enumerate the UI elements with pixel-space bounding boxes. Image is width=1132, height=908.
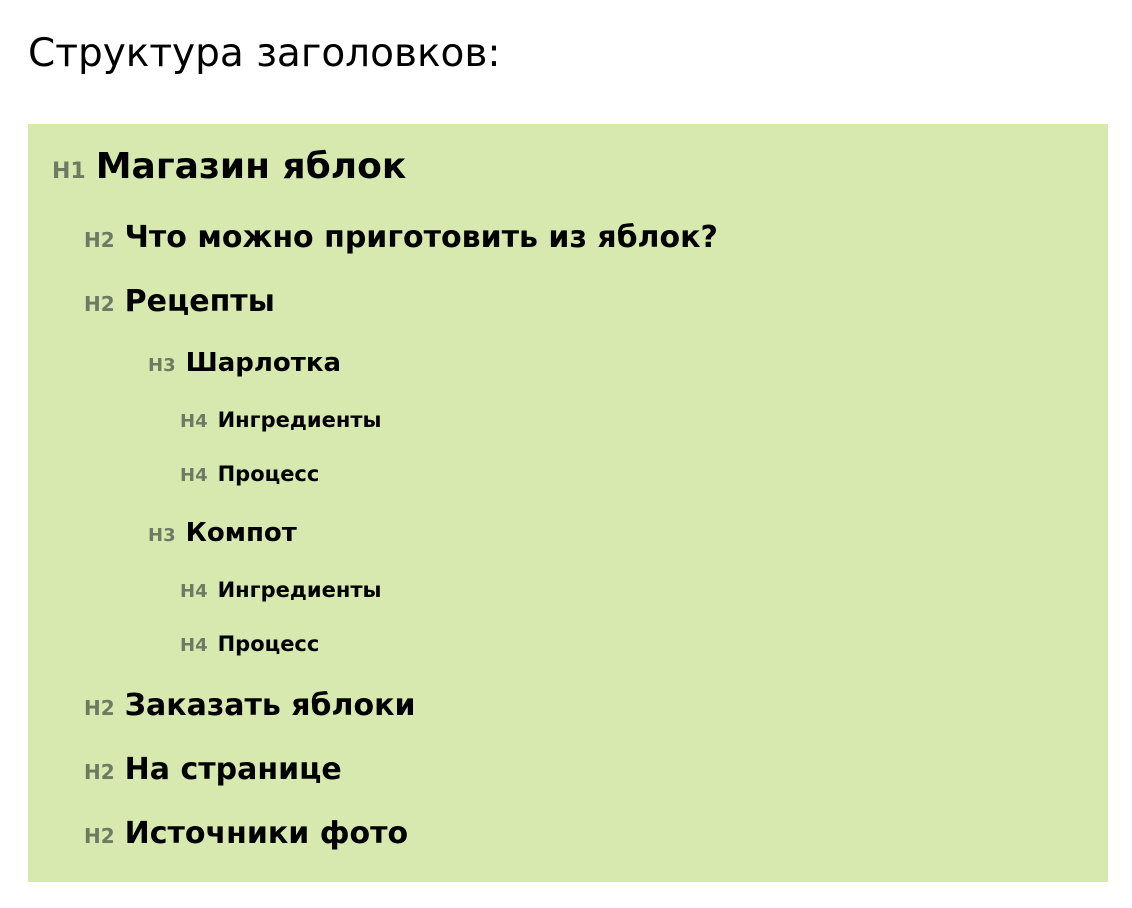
outline-item-h1: H1 Магазин яблок xyxy=(52,146,406,187)
heading-level-tag: H1 xyxy=(52,159,86,184)
heading-level-tag: H4 xyxy=(180,635,208,656)
heading-text: Процесс xyxy=(217,462,320,486)
heading-level-tag: H2 xyxy=(84,292,115,316)
outline-item-h4: H4 Процесс xyxy=(180,462,319,486)
heading-text: Шарлотка xyxy=(185,348,342,378)
outline-item-h2: H2 Источники фото xyxy=(84,816,408,851)
heading-text: Магазин яблок xyxy=(95,146,407,187)
outline-item-h2: H2 Заказать яблоки xyxy=(84,688,415,723)
heading-text: Источники фото xyxy=(124,816,409,851)
heading-text: Ингредиенты xyxy=(217,408,382,432)
outline-item-h3: H3 Компот xyxy=(148,518,297,548)
heading-level-tag: H2 xyxy=(84,760,115,784)
outline-item-h2: H2 Рецепты xyxy=(84,284,275,319)
heading-text: Что можно приготовить из яблок? xyxy=(124,220,718,255)
heading-level-tag: H4 xyxy=(180,581,208,602)
outline-item-h2: H2 На странице xyxy=(84,752,342,787)
heading-level-tag: H3 xyxy=(148,525,176,546)
outline-item-h4: H4 Процесс xyxy=(180,632,319,656)
heading-level-tag: H2 xyxy=(84,228,115,252)
heading-level-tag: H4 xyxy=(180,465,208,486)
heading-text: Ингредиенты xyxy=(217,578,382,602)
heading-text: Компот xyxy=(185,518,297,548)
outline-item-h4: H4 Ингредиенты xyxy=(180,578,382,602)
heading-text: На странице xyxy=(124,752,342,787)
heading-text: Заказать яблоки xyxy=(124,688,416,723)
outline-item-h3: H3 Шарлотка xyxy=(148,348,341,378)
outline-item-h4: H4 Ингредиенты xyxy=(180,408,382,432)
heading-text: Рецепты xyxy=(124,284,275,319)
heading-level-tag: H4 xyxy=(180,411,208,432)
heading-level-tag: H2 xyxy=(84,696,115,720)
heading-text: Процесс xyxy=(217,632,320,656)
heading-level-tag: H2 xyxy=(84,824,115,848)
outline-item-h2: H2 Что можно приготовить из яблок? xyxy=(84,220,718,255)
page-title: Структура заголовков: xyxy=(28,31,501,76)
heading-level-tag: H3 xyxy=(148,355,176,376)
heading-outline: H1 Магазин яблок H2 Что можно приготовит… xyxy=(28,124,1108,882)
